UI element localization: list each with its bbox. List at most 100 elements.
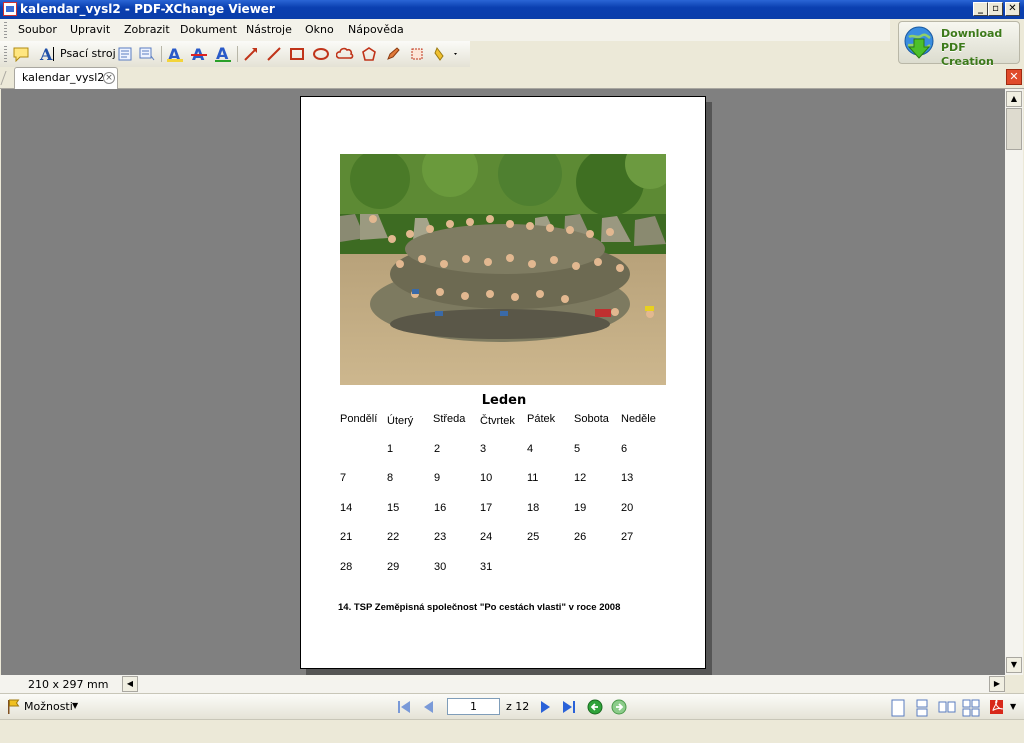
tab-label: kalendar_vysl2 bbox=[22, 71, 105, 84]
strikeout-text-icon[interactable]: A bbox=[190, 45, 208, 63]
weekday-friday: Pátek bbox=[527, 413, 556, 425]
vertical-scroll-thumb[interactable] bbox=[1006, 108, 1022, 150]
line-tool-icon[interactable] bbox=[265, 45, 283, 63]
pdf-page[interactable]: Leden Pondělí Úterý Středa Čtvrtek Pátek… bbox=[300, 96, 706, 669]
previous-page-icon[interactable] bbox=[420, 699, 436, 715]
minimize-button[interactable]: _ bbox=[973, 2, 988, 16]
back-icon[interactable] bbox=[587, 699, 603, 715]
menu-napoveda[interactable]: Nápověda bbox=[348, 23, 404, 36]
cloud-tool-icon[interactable] bbox=[336, 45, 354, 63]
title-bar: kalendar_vysl2 - PDF-XChange Viewer _ ▫ … bbox=[0, 0, 1024, 19]
calendar-day-cell: 14 bbox=[340, 502, 353, 514]
month-title: Leden bbox=[481, 393, 527, 408]
typewriter-label[interactable]: Psací stroj bbox=[60, 47, 116, 60]
oval-tool-icon[interactable] bbox=[312, 45, 330, 63]
menu-nastroje[interactable]: Nástroje bbox=[246, 23, 292, 36]
page-number-input[interactable]: 1 bbox=[447, 698, 500, 715]
calendar-day-cell: 1 bbox=[387, 443, 394, 455]
calendar-day-cell: 10 bbox=[480, 472, 493, 484]
toolbar-separator bbox=[161, 46, 162, 62]
calendar-day-cell: 3 bbox=[480, 443, 487, 455]
options-menu[interactable]: Možnosti bbox=[24, 700, 73, 713]
options-dropdown-icon[interactable]: ▼ bbox=[72, 701, 78, 710]
continuous-facing-view-icon[interactable] bbox=[962, 699, 980, 717]
single-page-view-icon[interactable] bbox=[890, 699, 906, 717]
forward-icon[interactable] bbox=[611, 699, 627, 715]
calendar-day-cell: 4 bbox=[527, 443, 534, 455]
last-page-icon[interactable] bbox=[561, 699, 577, 715]
calendar-day-cell: 25 bbox=[527, 531, 540, 543]
rectangle-tool-icon[interactable] bbox=[288, 45, 306, 63]
page-total: z 12 bbox=[506, 700, 530, 713]
menu-upravit[interactable]: Upravit bbox=[70, 23, 110, 36]
menu-grip[interactable] bbox=[4, 22, 7, 38]
view-dropdown-icon[interactable]: ▼ bbox=[1010, 702, 1016, 711]
navigation-bar: Možnosti ▼ 1 z 12 ▼ bbox=[0, 693, 1024, 720]
calendar-day-cell: 2 bbox=[434, 443, 441, 455]
calendar-day-cell: 23 bbox=[434, 531, 447, 543]
pencil-tool-icon[interactable] bbox=[384, 45, 402, 63]
callout-icon[interactable] bbox=[138, 45, 156, 63]
arrow-tool-icon[interactable] bbox=[242, 45, 260, 63]
polygon-tool-icon[interactable] bbox=[360, 45, 378, 63]
download-pdf-ad[interactable]: Download PDF Creation Tools bbox=[898, 21, 1020, 82]
calendar-day-cell: 7 bbox=[340, 472, 347, 484]
scroll-up-button[interactable]: ▲ bbox=[1006, 91, 1022, 107]
weekday-thursday: Čtvrtek bbox=[480, 415, 515, 427]
weekday-sunday: Neděle bbox=[621, 413, 656, 425]
first-page-icon[interactable] bbox=[396, 699, 412, 715]
calendar-day-cell: 17 bbox=[480, 502, 493, 514]
menu-zobrazit[interactable]: Zobrazit bbox=[124, 23, 170, 36]
calendar-day-cell: 27 bbox=[621, 531, 634, 543]
vertical-scrollbar[interactable]: ▲ ▼ bbox=[1005, 89, 1023, 675]
scroll-down-button[interactable]: ▼ bbox=[1006, 657, 1022, 673]
stamp-tool-icon[interactable] bbox=[432, 45, 460, 63]
calendar-day-cell: 9 bbox=[434, 472, 441, 484]
calendar-day-cell: 28 bbox=[340, 561, 353, 573]
menu-soubor[interactable]: Soubor bbox=[18, 23, 57, 36]
close-document-button[interactable]: ✕ bbox=[1006, 69, 1022, 85]
calendar-day-cell: 31 bbox=[480, 561, 493, 573]
calendar-footer: 14. TSP Zeměpisná společnost "Po cestách… bbox=[338, 602, 621, 613]
options-flag-icon[interactable] bbox=[6, 699, 20, 714]
ad-line-1: Download PDF bbox=[941, 27, 1003, 54]
document-viewport[interactable]: Leden Pondělí Úterý Středa Čtvrtek Pátek… bbox=[1, 89, 1005, 675]
text-box-icon[interactable] bbox=[116, 45, 134, 63]
calendar-day-cell: 12 bbox=[574, 472, 587, 484]
calendar-day-cell: 13 bbox=[621, 472, 634, 484]
toolbar-grip[interactable] bbox=[4, 46, 7, 62]
highlight-text-icon[interactable]: A bbox=[166, 45, 184, 63]
weekday-monday: Pondělí bbox=[340, 413, 378, 425]
calendar-day-cell: 5 bbox=[574, 443, 581, 455]
download-globe-icon bbox=[903, 25, 937, 61]
scroll-right-button[interactable]: ▶ bbox=[989, 676, 1005, 692]
weekday-saturday: Sobota bbox=[574, 413, 609, 425]
horizontal-scrollbar[interactable]: 210 x 297 mm ◀ ▶ bbox=[0, 675, 1005, 693]
area-tool-icon[interactable] bbox=[408, 45, 426, 63]
calendar-day-cell: 16 bbox=[434, 502, 447, 514]
calendar-day-cell: 8 bbox=[387, 472, 394, 484]
calendar-day-cell: 20 bbox=[621, 502, 634, 514]
next-page-icon[interactable] bbox=[538, 699, 554, 715]
scroll-left-button[interactable]: ◀ bbox=[122, 676, 138, 692]
underline-text-icon[interactable]: A bbox=[214, 45, 232, 63]
menu-dokument[interactable]: Dokument bbox=[180, 23, 237, 36]
typewriter-icon[interactable]: A bbox=[38, 45, 58, 63]
menu-okno[interactable]: Okno bbox=[305, 23, 334, 36]
status-bar bbox=[0, 719, 1024, 743]
svg-text:A: A bbox=[39, 45, 53, 63]
app-icon[interactable] bbox=[3, 2, 17, 16]
calendar-day-cell: 26 bbox=[574, 531, 587, 543]
close-window-button[interactable]: ✕ bbox=[1005, 2, 1020, 16]
pdf-properties-icon[interactable] bbox=[988, 699, 1004, 715]
tab-close-icon[interactable]: × bbox=[103, 72, 115, 84]
toolbar-separator bbox=[237, 46, 238, 62]
calendar-day-cell: 21 bbox=[340, 531, 353, 543]
comment-note-icon[interactable] bbox=[12, 45, 30, 63]
continuous-view-icon[interactable] bbox=[914, 699, 930, 717]
restore-button[interactable]: ▫ bbox=[988, 2, 1003, 16]
facing-view-icon[interactable] bbox=[938, 699, 956, 715]
tab-kalendar-vysl2[interactable]: kalendar_vysl2 × bbox=[14, 67, 118, 89]
calendar-day-cell: 30 bbox=[434, 561, 447, 573]
comment-toolbar: A Psací stroj A A A bbox=[0, 41, 470, 68]
